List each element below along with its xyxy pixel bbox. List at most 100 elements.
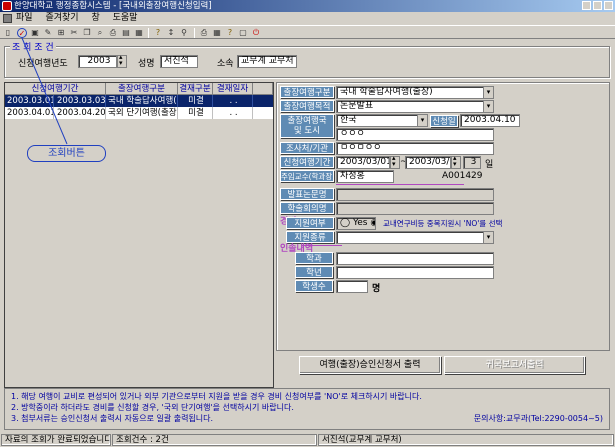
help-book-icon[interactable]: ? — [225, 28, 235, 38]
country-select[interactable]: 한국 ▾ — [336, 114, 428, 127]
menu-bar: 파일 즐겨찾기 창 도움말 — [0, 12, 615, 25]
apply-date-label: 신청일 — [430, 115, 458, 127]
menu-file[interactable]: 파일 — [16, 13, 33, 23]
copy-icon[interactable]: ❐ — [82, 28, 92, 38]
dept-label: 소속 — [217, 59, 234, 69]
country-value: 한국 — [340, 115, 357, 125]
name-input[interactable]: 서진석 — [160, 55, 198, 68]
escort-students-unit: 명 — [372, 284, 381, 294]
period-end-input[interactable]: 2003/03/03 — [405, 156, 451, 169]
period-unit: 일 — [485, 160, 494, 170]
exit-icon[interactable]: ⏻ — [251, 28, 261, 38]
print-setup-icon[interactable]: ⎙ — [199, 28, 209, 38]
search-icon[interactable]: ⌕ — [95, 28, 105, 38]
callout-leader-line — [21, 37, 68, 145]
toolbar-separator — [148, 28, 149, 38]
period-start-spinner[interactable] — [390, 154, 400, 169]
column-header-approval[interactable]: 결재구분 — [178, 83, 213, 95]
document-icon[interactable] — [3, 14, 12, 23]
sort-icon[interactable]: ↕ — [166, 28, 176, 38]
app-icon — [2, 1, 12, 11]
toolbar: ▯ ✓ ▣ ✎ ⊞ ✂ ❐ ⌕ ⎙ ▤ ▦ ? ↕ ⚲ ⎙ ▦ ? ▢ ⏻ — [0, 25, 615, 39]
trip-type-label: 출장여행구분 — [280, 86, 334, 98]
support-type-select[interactable]: ▾ — [336, 231, 494, 244]
escort-dept-label: 학과 — [295, 252, 333, 264]
minimize-icon[interactable] — [582, 1, 591, 10]
print-return-report-button[interactable]: 귀국보고서출력 — [444, 356, 585, 374]
advisor-input[interactable]: 차정홍 — [336, 170, 394, 183]
apply-date-input[interactable]: 2003.04.10 — [460, 114, 520, 127]
escort-students-label: 학생수 — [295, 280, 333, 292]
year-spinner[interactable] — [117, 53, 127, 68]
period-start-input[interactable]: 2003/03/01 — [336, 156, 390, 169]
note-line-3: 3. 첨부서류는 승인신청서 출력시 자동으로 일괄 출력됩니다. — [11, 414, 214, 423]
window-title-bar: 한양대학교 행정종합시스템 - [국내외출장여행신청입력] — [0, 0, 615, 12]
escort-dept-input[interactable] — [336, 252, 494, 265]
period-days: 3 — [463, 156, 481, 169]
row-approval: 미결 — [178, 107, 213, 119]
support-yes-radio[interactable]: ◯ Yes — [340, 218, 367, 228]
note-line-2: 2. 방학중이라 하더라도 경비를 신청할 경우, '국외 단기여행'을 선택하… — [11, 403, 294, 412]
status-bar: 자료의 조회가 완료되었습니다. 조회건수 : 2건 서진석(교무계 교무처) — [0, 433, 615, 447]
column-header-blank — [253, 83, 273, 95]
export-icon[interactable]: ▦ — [134, 28, 144, 38]
conference-input[interactable] — [336, 202, 494, 215]
accent-line — [336, 184, 464, 185]
status-user: 서진석(교무계 교무처) — [318, 434, 614, 446]
escort-grade-input[interactable] — [336, 266, 494, 279]
trip-detail-form: 출장여행구분 국내 학술답사여행(출장) ▾ 출장여행목적 논문발표 ▾ 출장여행국… — [276, 82, 610, 374]
calendar-icon[interactable]: ▦ — [212, 28, 222, 38]
row-trip-type: 국내 학술답사여행(출 — [108, 95, 178, 107]
column-header-approval-date[interactable]: 결재일자 — [213, 83, 253, 95]
support-note: 교내연구비등 중복지원시 'NO'를 선택 — [383, 219, 503, 228]
print-icon[interactable]: ⎙ — [108, 28, 118, 38]
trip-type-select[interactable]: 국내 학술답사여행(출장) ▾ — [336, 86, 494, 99]
trip-purpose-select[interactable]: 논문발표 ▾ — [336, 100, 494, 113]
support-radio-group: ◯ Yes ◉ No — [336, 217, 376, 230]
print-approval-button[interactable]: 여행(출장)승인신청서 출력 — [299, 356, 441, 374]
advisor-label: 주임교수(학과장,학부장) — [280, 170, 334, 182]
new-icon[interactable]: ▯ — [3, 28, 13, 38]
row-approval-date: . . — [213, 107, 253, 119]
menu-favorites[interactable]: 즐겨찾기 — [45, 13, 78, 23]
menu-help[interactable]: 도움말 — [113, 13, 138, 23]
escort-students-input[interactable] — [336, 280, 368, 293]
filter-icon[interactable]: ⚲ — [179, 28, 189, 38]
chevron-down-icon[interactable]: ▾ — [417, 115, 427, 126]
paper-title-label: 발표논문명 — [280, 188, 334, 200]
name-label: 성명 — [138, 59, 155, 69]
trip-purpose-value: 논문발표 — [340, 101, 374, 111]
advisor-code: A001429 — [442, 171, 483, 181]
year-input[interactable]: 2003 — [78, 55, 117, 68]
trip-purpose-label: 출장여행목적 — [280, 100, 334, 112]
institution-input[interactable]: ㅁㅇㅁㅇㅇ — [336, 142, 494, 155]
support-no-radio[interactable]: ◉ No — [370, 218, 375, 228]
preview-icon[interactable]: ▤ — [121, 28, 131, 38]
trip-type-value: 국내 학술답사여행(출장) — [340, 87, 433, 97]
period-end-spinner[interactable] — [451, 154, 461, 169]
help-icon[interactable]: ? — [153, 28, 163, 38]
escort-grade-label: 학년 — [295, 266, 333, 278]
toolbar-separator — [194, 28, 195, 38]
chevron-down-icon[interactable]: ▾ — [483, 87, 493, 98]
close-icon[interactable] — [604, 1, 613, 10]
period-label: 신청여행기간 — [280, 156, 334, 168]
dept-input[interactable]: 교무계 교무처 — [237, 55, 297, 68]
menu-window[interactable]: 창 — [91, 13, 99, 23]
contact-info: 문의사항:교무과(Tel:2290-0054~5) — [473, 414, 603, 423]
status-count: 조회건수 : 2건 — [112, 434, 317, 446]
paper-title-input[interactable] — [336, 188, 494, 201]
column-header-trip-type[interactable]: 출장여행구분 — [106, 83, 178, 95]
window-title: 한양대학교 행정종합시스템 - [국내외출장여행신청입력] — [14, 1, 212, 11]
notes-panel: 1. 해당 여행이 교비로 편성되어 있거나 외부 기관으로부터 지원을 받을 … — [4, 388, 610, 430]
institution-label: 조사처/기관 — [280, 142, 334, 154]
support-yes-label: Yes — [352, 218, 368, 228]
row-approval: 미결 — [178, 95, 213, 107]
chevron-down-icon[interactable]: ▾ — [483, 101, 493, 112]
retrieve-button-callout: 조회버튼 — [27, 145, 106, 162]
city-input[interactable]: ㅇㅇㅇ — [336, 128, 494, 141]
chevron-down-icon[interactable]: ▾ — [483, 232, 493, 243]
maximize-icon[interactable] — [593, 1, 602, 10]
row-trip-type: 국외 단기여행(출장) — [108, 107, 178, 119]
window-icon[interactable]: ▢ — [238, 28, 248, 38]
